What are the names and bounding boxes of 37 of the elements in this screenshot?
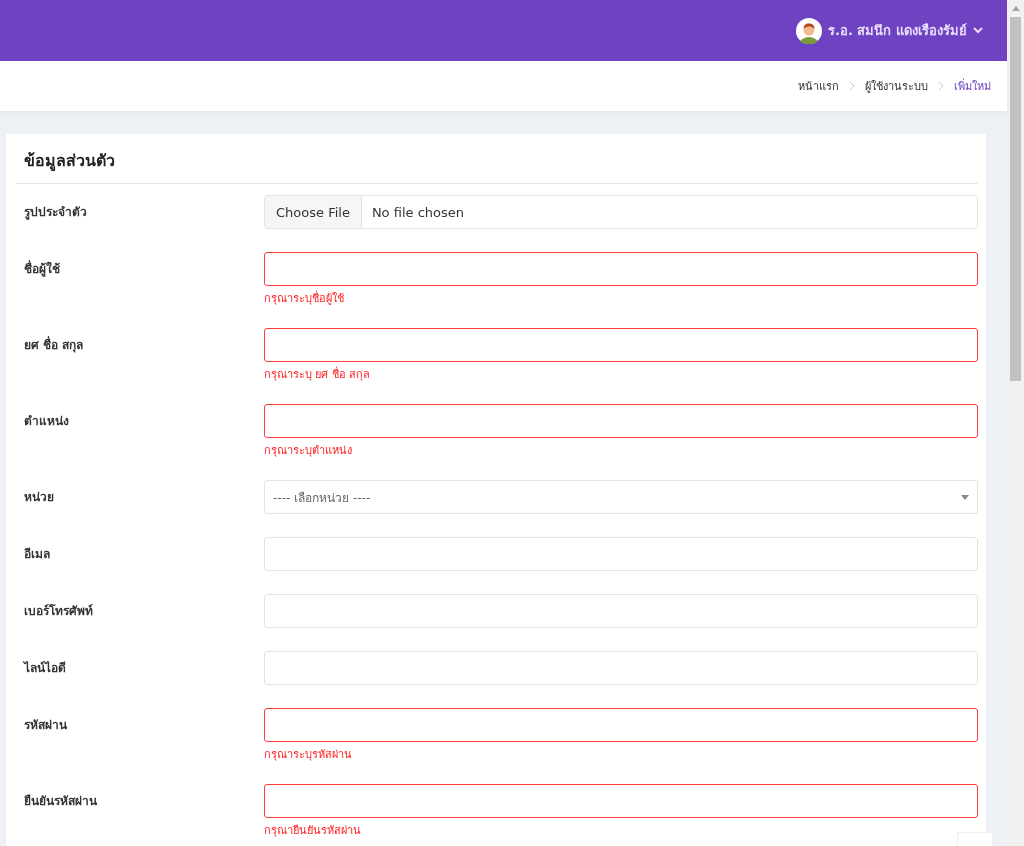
field-label: หน่วย xyxy=(23,489,55,506)
error-message: กรุณาระบุ ยศ ชื่อ สกุล xyxy=(264,365,372,383)
choose-file-button[interactable]: Choose File xyxy=(265,196,362,228)
error-message: กรุณาระบุตำแหน่ง xyxy=(264,443,353,459)
field-label: รูปประจำตัว xyxy=(23,204,88,222)
file-input[interactable]: Choose File No file chosen xyxy=(264,195,978,229)
avatar-icon xyxy=(796,17,823,44)
error-message: กรุณาระบุชื่อผู้ใช้ xyxy=(264,289,345,307)
select-field[interactable]: ---- เลือกหน่วย ---- xyxy=(264,480,978,514)
error-message: กรุณายืนยันรหัสผ่าน xyxy=(264,823,362,839)
chevron-right-icon xyxy=(849,81,855,91)
error-message: กรุณาระบุรหัสผ่าน xyxy=(264,747,353,763)
input-field[interactable] xyxy=(264,252,978,286)
input-field[interactable] xyxy=(264,404,978,438)
caret-icon xyxy=(973,27,983,34)
field-label: ไลน์ไอดี xyxy=(22,660,67,677)
user-menu[interactable]: ร.อ. สมนึก แดงเรืองรัมย์ xyxy=(796,17,983,44)
chevron-right-icon xyxy=(938,81,944,91)
file-status-text: No file chosen xyxy=(370,203,464,222)
scrollbar-thumb[interactable] xyxy=(1010,17,1021,381)
field-label: ตำแหน่ง xyxy=(23,413,70,430)
breadcrumb-link[interactable]: ผู้ใช้งานระบบ xyxy=(865,77,928,95)
field-label: ยืนยันรหัสผ่าน xyxy=(23,793,98,810)
field-label: เบอร์โทรศัพท์ xyxy=(23,603,94,620)
field-label: อีเมล xyxy=(23,546,51,563)
input-field[interactable] xyxy=(264,708,978,742)
input-field[interactable] xyxy=(264,784,978,818)
field-label: ชื่อผู้ใช้ xyxy=(23,259,61,279)
breadcrumb-link[interactable]: เพิ่มใหม่ xyxy=(954,77,991,95)
field-label: ยศ ชื่อ สกุล xyxy=(23,335,85,355)
input-field[interactable] xyxy=(264,328,978,362)
scrollbar[interactable] xyxy=(1007,0,1024,846)
scroll-up-arrow-icon xyxy=(1011,6,1020,11)
breadcrumb-link[interactable]: หน้าแรก xyxy=(798,77,839,95)
dropdown-arrow-icon xyxy=(961,494,969,500)
card-title: ข้อมูลส่วนตัว xyxy=(16,134,978,184)
field-label: รหัสผ่าน xyxy=(23,717,68,734)
